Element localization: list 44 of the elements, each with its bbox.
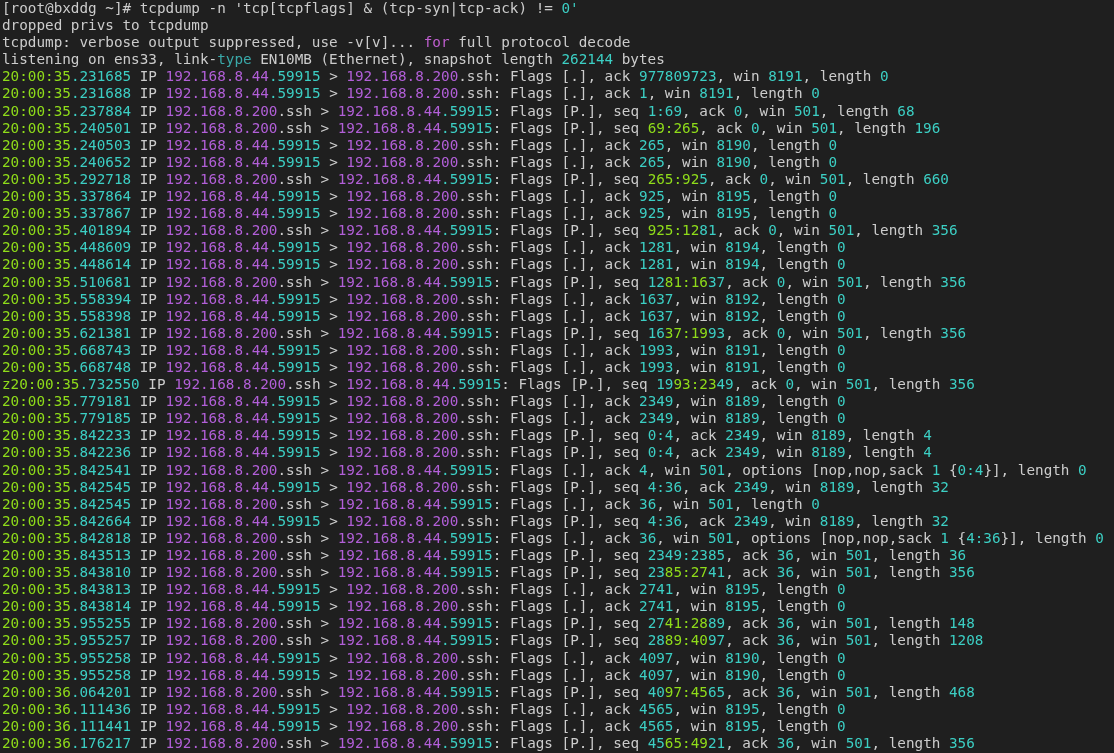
terminal-line: 20:00:35.621381 IP 192.168.8.200.ssh > 192.168.8.44.59915: Flags [P.], seq 1637:1993, ack 0, win 501, length 356 bbox=[2, 324, 967, 342]
terminal-line: 20:00:35.337867 IP 192.168.8.44.59915 > 192.168.8.200.ssh: Flags [.], ack 925, win 8195, length 0 bbox=[2, 205, 838, 223]
terminal-line: 20:00:35.668748 IP 192.168.8.44.59915 > 192.168.8.200.ssh: Flags [.], ack 1993, win 8191, length 0 bbox=[2, 358, 846, 377]
terminal-line: 20:00:35.955255 IP 192.168.8.200.ssh > 192.168.8.44.59915: Flags [P.], seq 2741:2889, ack 36, win 501, length 148 bbox=[2, 615, 975, 633]
terminal-line: 20:00:35.231688 IP 192.168.8.44.59915 > 192.168.8.200.ssh: Flags [.], ack 1, win 8191, length 0 bbox=[2, 85, 820, 103]
terminal-line: 20:00:35.842236 IP 192.168.8.44.59915 > 192.168.8.200.ssh: Flags [P.], seq 0:4, ack 2349, win 8189, length 4 bbox=[2, 444, 932, 462]
terminal-line: 20:00:35.955258 IP 192.168.8.44.59915 > 192.168.8.200.ssh: Flags [.], ack 4097, win 8190, length 0 bbox=[2, 666, 846, 684]
terminal-line: 20:00:35.843813 IP 192.168.8.44.59915 > 192.168.8.200.ssh: Flags [.], ack 2741, win 8195, length 0 bbox=[2, 581, 846, 599]
terminal-line: 20:00:35.779181 IP 192.168.8.44.59915 > 192.168.8.200.ssh: Flags [.], ack 2349, win 8189, length 0 bbox=[2, 393, 846, 411]
terminal-line: 20:00:36.111441 IP 192.168.8.44.59915 > 192.168.8.200.ssh: Flags [.], ack 4565, win 8195, length 0 bbox=[2, 717, 846, 736]
terminal-line: 20:00:35.842664 IP 192.168.8.44.59915 > 192.168.8.200.ssh: Flags [P.], seq 4:36, ack 2349, win 8189, length 32 bbox=[2, 512, 949, 530]
terminal-line: 20:00:35.842818 IP 192.168.8.200.ssh > 192.168.8.44.59915: Flags [.], ack 36, win 501, options [nop,nop,sack 1 {4:36}], length 0 bbox=[2, 529, 1104, 547]
terminal-line: 20:00:35.237884 IP 192.168.8.200.ssh > 192.168.8.44.59915: Flags [P.], seq 1:69, ack 0, win 501, length 68 bbox=[2, 102, 915, 120]
terminal-line: 20:00:35.240503 IP 192.168.8.44.59915 > 192.168.8.200.ssh: Flags [.], ack 265, win 8190, length 0 bbox=[2, 136, 838, 154]
terminal-line: dropped privs to tcpdump bbox=[2, 17, 209, 35]
terminal-line: 20:00:35.843513 IP 192.168.8.200.ssh > 192.168.8.44.59915: Flags [P.], seq 2349:2385, ack 36, win 501, length 36 bbox=[2, 547, 967, 565]
terminal-line: 20:00:35.558394 IP 192.168.8.44.59915 > 192.168.8.200.ssh: Flags [.], ack 1637, win 8192, length 0 bbox=[2, 290, 846, 308]
terminal-line: 20:00:35.842545 IP 192.168.8.200.ssh > 192.168.8.44.59915: Flags [.], ack 36, win 501, length 0 bbox=[2, 495, 820, 513]
terminal-line: 20:00:35.779185 IP 192.168.8.44.59915 > 192.168.8.200.ssh: Flags [.], ack 2349, win 8189, length 0 bbox=[2, 410, 846, 428]
terminal-line: 20:00:35.955257 IP 192.168.8.200.ssh > 192.168.8.44.59915: Flags [P.], seq 2889:4097, ack 36, win 501, length 1208 bbox=[2, 632, 984, 650]
terminal-line: tcpdump: verbose output suppressed, use -v[v]... for full protocol decode bbox=[2, 34, 631, 52]
terminal-line: 20:00:35.843814 IP 192.168.8.44.59915 > 192.168.8.200.ssh: Flags [.], ack 2741, win 8195, length 0 bbox=[2, 598, 846, 616]
terminal-line: z20:00:35.732550 IP 192.168.8.200.ssh > 192.168.8.44.59915: Flags [P.], seq 1993:2349, ack 0, win 501, length 356 bbox=[2, 376, 975, 394]
terminal-line: 20:00:35.240652 IP 192.168.8.44.59915 > 192.168.8.200.ssh: Flags [.], ack 265, win 8190, length 0 bbox=[2, 153, 838, 171]
terminal-line: 20:00:35.955258 IP 192.168.8.44.59915 > 192.168.8.200.ssh: Flags [.], ack 4097, win 8190, length 0 bbox=[2, 649, 846, 667]
terminal-line: 20:00:36.064201 IP 192.168.8.200.ssh > 192.168.8.44.59915: Flags [P.], seq 4097:4565, ack 36, win 501, length 468 bbox=[2, 683, 975, 701]
terminal-line: 20:00:35.337864 IP 192.168.8.44.59915 > 192.168.8.200.ssh: Flags [.], ack 925, win 8195, length 0 bbox=[2, 188, 838, 206]
terminal-line: 20:00:35.401894 IP 192.168.8.200.ssh > 192.168.8.44.59915: Flags [P.], seq 925:1281, ack 0, win 501, length 356 bbox=[2, 222, 958, 240]
terminal-line: 20:00:35.842233 IP 192.168.8.44.59915 > 192.168.8.200.ssh: Flags [P.], seq 0:4, ack 2349, win 8189, length 4 bbox=[2, 427, 932, 445]
terminal-line: 20:00:35.231685 IP 192.168.8.44.59915 > 192.168.8.200.ssh: Flags [.], ack 977809723, win 8191, length 0 bbox=[2, 68, 889, 86]
terminal-line: listening on ens33, link-type EN10MB (Ethernet), snapshot length 262144 bytes bbox=[2, 51, 665, 69]
terminal-line: 20:00:35.510681 IP 192.168.8.200.ssh > 192.168.8.44.59915: Flags [P.], seq 1281:1637, ack 0, win 501, length 356 bbox=[2, 273, 967, 291]
terminal-line: 20:00:35.842545 IP 192.168.8.44.59915 > 192.168.8.200.ssh: Flags [P.], seq 4:36, ack 2349, win 8189, length 32 bbox=[2, 478, 949, 496]
terminal-line: 20:00:36.111436 IP 192.168.8.44.59915 > 192.168.8.200.ssh: Flags [.], ack 4565, win 8195, length 0 bbox=[2, 700, 846, 718]
terminal-line: 20:00:35.292718 IP 192.168.8.200.ssh > 192.168.8.44.59915: Flags [P.], seq 265:925, ack 0, win 501, length 660 bbox=[2, 170, 949, 189]
terminal-line: 20:00:35.843810 IP 192.168.8.200.ssh > 192.168.8.44.59915: Flags [P.], seq 2385:2741, ack 36, win 501, length 356 bbox=[2, 564, 975, 582]
terminal-line: 20:00:35.558398 IP 192.168.8.44.59915 > 192.168.8.200.ssh: Flags [.], ack 1637, win 8192, length 0 bbox=[2, 307, 846, 325]
terminal-line: [root@bxddg ~]# tcpdump -n 'tcp[tcpflags] & (tcp-syn|tcp-ack) != 0' bbox=[2, 0, 579, 18]
terminal-line: 20:00:35.842541 IP 192.168.8.200.ssh > 192.168.8.44.59915: Flags [.], ack 4, win 501, options [nop,nop,sack 1 {0:4}], length 0 bbox=[2, 461, 1087, 479]
terminal-line: 20:00:35.240501 IP 192.168.8.200.ssh > 192.168.8.44.59915: Flags [P.], seq 69:265, ack 0, win 501, length 196 bbox=[2, 119, 941, 137]
terminal-line: 20:00:35.448609 IP 192.168.8.44.59915 > 192.168.8.200.ssh: Flags [.], ack 1281, win 8194, length 0 bbox=[2, 239, 846, 257]
terminal-line: 20:00:35.668743 IP 192.168.8.44.59915 > 192.168.8.200.ssh: Flags [.], ack 1993, win 8191, length 0 bbox=[2, 341, 846, 359]
terminal-line: 20:00:35.448614 IP 192.168.8.44.59915 > 192.168.8.200.ssh: Flags [.], ack 1281, win 8194, length 0 bbox=[2, 256, 846, 274]
terminal-line: 20:00:36.176217 IP 192.168.8.200.ssh > 192.168.8.44.59915: Flags [P.], seq 4565:4921, ack 36, win 501, length 356 bbox=[2, 735, 975, 753]
